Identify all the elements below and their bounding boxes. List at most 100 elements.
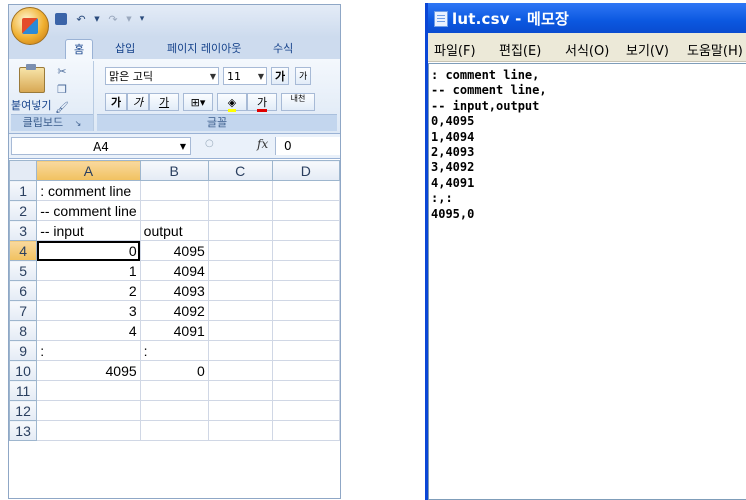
formula-input[interactable]: 0 xyxy=(275,137,340,155)
menu-edit[interactable]: 편집(E) xyxy=(499,40,541,59)
font-color-button[interactable]: 가 xyxy=(247,93,277,112)
cell-a[interactable]: 3 xyxy=(36,300,141,321)
cell-b[interactable]: 4093 xyxy=(139,280,209,301)
undo-dropdown-icon[interactable]: ▼ xyxy=(93,12,101,27)
cell-c[interactable] xyxy=(207,320,273,341)
column-header-d[interactable]: D xyxy=(271,160,340,181)
cell-d[interactable] xyxy=(271,340,340,361)
row-header[interactable]: 2 xyxy=(9,200,38,221)
menu-help[interactable]: 도움말(H) xyxy=(687,40,743,59)
cell-a[interactable] xyxy=(36,380,141,401)
font-name-select[interactable]: 맑은 고딕 ▼ xyxy=(105,67,219,85)
cell-d[interactable] xyxy=(271,280,340,301)
cell-d[interactable] xyxy=(271,240,340,261)
cell-a[interactable] xyxy=(36,420,141,441)
cell-b[interactable]: 0 xyxy=(139,360,209,381)
copy-icon[interactable]: ❐ xyxy=(55,83,69,97)
dialog-launcher-icon[interactable]: ↘ xyxy=(75,119,82,128)
row-header[interactable]: 9 xyxy=(9,340,38,361)
menu-view[interactable]: 보기(V) xyxy=(626,40,669,59)
cell-c[interactable] xyxy=(207,180,273,201)
editor-content[interactable]: : comment line, -- comment line, -- inpu… xyxy=(429,64,746,222)
cell-b[interactable]: 4094 xyxy=(139,260,209,281)
row-header[interactable]: 3 xyxy=(9,220,38,241)
text-editor[interactable]: : comment line, -- comment line, -- inpu… xyxy=(428,63,746,500)
cell-d[interactable] xyxy=(271,420,340,441)
phonetic-button[interactable]: 내천 xyxy=(281,93,315,111)
tab-formulas[interactable]: 수식 xyxy=(265,39,301,59)
cell-b[interactable] xyxy=(139,380,209,401)
name-box[interactable]: A4 ▼ xyxy=(11,137,191,155)
cell-c[interactable] xyxy=(207,400,273,421)
insert-function-button[interactable]: fx xyxy=(257,137,268,151)
cell-d[interactable] xyxy=(271,200,340,221)
fill-color-button[interactable]: ◈ xyxy=(217,93,247,112)
cell-b[interactable] xyxy=(139,420,209,441)
cell-d[interactable] xyxy=(271,380,340,401)
cell-d[interactable] xyxy=(271,320,340,341)
cell-b[interactable] xyxy=(139,400,209,421)
cell-d[interactable] xyxy=(271,400,340,421)
cell-a[interactable]: 4 xyxy=(36,320,141,341)
paste-icon[interactable] xyxy=(19,64,45,93)
redo-icon[interactable]: ↷ xyxy=(105,12,121,27)
row-header[interactable]: 8 xyxy=(9,320,38,341)
row-header[interactable]: 7 xyxy=(9,300,38,321)
office-button[interactable] xyxy=(11,7,49,45)
row-header[interactable]: 11 xyxy=(9,380,38,401)
cell-b[interactable]: 4091 xyxy=(139,320,209,341)
cell-b[interactable] xyxy=(139,200,209,221)
cell-c[interactable] xyxy=(207,340,273,361)
cell-a[interactable]: -- input xyxy=(36,220,141,241)
cell-a[interactable]: : xyxy=(36,340,141,361)
cell-b[interactable] xyxy=(139,180,209,201)
cell-b[interactable]: output xyxy=(139,220,209,241)
shrink-font-button[interactable]: 가 xyxy=(295,67,312,85)
cell-c[interactable] xyxy=(207,220,273,241)
cut-icon[interactable]: ✂ xyxy=(55,65,69,79)
tab-insert[interactable]: 삽입 xyxy=(107,39,143,59)
cell-d[interactable] xyxy=(271,300,340,321)
cell-a[interactable]: -- comment line xyxy=(36,200,141,221)
row-header[interactable]: 10 xyxy=(9,360,38,381)
select-all-corner[interactable] xyxy=(9,160,38,181)
row-header[interactable]: 6 xyxy=(9,280,38,301)
save-icon[interactable] xyxy=(55,13,67,25)
cell-c[interactable] xyxy=(207,380,273,401)
cell-c[interactable] xyxy=(207,280,273,301)
menu-file[interactable]: 파일(F) xyxy=(434,40,476,59)
cell-a[interactable] xyxy=(36,400,141,421)
cell-a[interactable]: : comment line xyxy=(36,180,141,201)
bold-button[interactable]: 가 xyxy=(105,93,127,111)
format-painter-icon[interactable]: 🖌 xyxy=(55,101,69,115)
cell-c[interactable] xyxy=(207,200,273,221)
cell-d[interactable] xyxy=(271,220,340,241)
cell-b[interactable]: : xyxy=(139,340,209,361)
cell-c[interactable] xyxy=(207,260,273,281)
cell-c[interactable] xyxy=(207,360,273,381)
cell-d[interactable] xyxy=(271,360,340,381)
cell-a[interactable]: 2 xyxy=(36,280,141,301)
undo-icon[interactable]: ↶ xyxy=(73,12,89,27)
column-header-a[interactable]: A xyxy=(36,160,141,181)
column-header-c[interactable]: C xyxy=(207,160,273,181)
cell-c[interactable] xyxy=(207,240,273,261)
cell-a[interactable]: 0 xyxy=(36,240,141,261)
cell-d[interactable] xyxy=(271,180,340,201)
row-header[interactable]: 12 xyxy=(9,400,38,421)
tab-page-layout[interactable]: 페이지 레이아웃 xyxy=(159,39,249,59)
grow-font-button[interactable]: 가 xyxy=(271,67,290,85)
cell-c[interactable] xyxy=(207,420,273,441)
font-size-select[interactable]: 11 ▼ xyxy=(223,67,267,85)
row-header[interactable]: 4 xyxy=(9,240,38,261)
cell-b[interactable]: 4092 xyxy=(139,300,209,321)
menu-format[interactable]: 서식(O) xyxy=(565,40,609,59)
row-header[interactable]: 5 xyxy=(9,260,38,281)
paste-button[interactable]: 붙여넣기 xyxy=(11,97,51,113)
row-header[interactable]: 1 xyxy=(9,180,38,201)
customize-qat-icon[interactable]: ▾ xyxy=(137,12,147,27)
row-header[interactable]: 13 xyxy=(9,420,38,441)
cell-a[interactable]: 4095 xyxy=(36,360,141,381)
italic-button[interactable]: 가 xyxy=(127,93,149,111)
cell-d[interactable] xyxy=(271,260,340,281)
